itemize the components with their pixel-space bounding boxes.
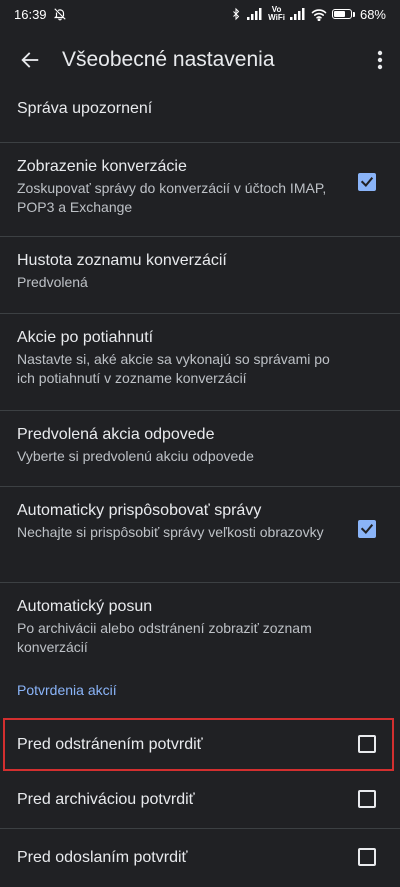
setting-title: Pred archiváciou potvrdiť	[17, 791, 195, 808]
page-title: Všeobecné nastavenia	[62, 48, 275, 71]
setting-subtitle: Zoskupovať správy do konverzácií v účtoc…	[17, 180, 327, 215]
check-icon	[360, 177, 374, 188]
settings-list: Správa upozornení Zobrazenie konverzácie…	[0, 86, 400, 887]
wifi-icon	[311, 8, 327, 21]
setting-title: Hustota zoznamu konverzácií	[17, 252, 227, 269]
bluetooth-icon	[230, 7, 242, 21]
setting-default-reply[interactable]: Predvolená akcia odpovede Vyberte si pre…	[0, 411, 400, 487]
setting-confirm-archive[interactable]: Pred archiváciou potvrdiť	[0, 771, 400, 829]
notifications-off-icon	[53, 7, 67, 21]
section-header-confirmations: Potvrdenia akcií	[17, 682, 117, 698]
setting-title: Predvolená akcia odpovede	[17, 426, 215, 443]
setting-swipe-actions[interactable]: Akcie po potiahnutí Nastavte si, aké akc…	[0, 314, 400, 411]
app-bar: Všeobecné nastavenia	[0, 34, 400, 86]
setting-title: Zobrazenie konverzácie	[17, 158, 187, 175]
status-bar: 16:39 Vo WiFi 68%	[0, 0, 400, 28]
setting-subtitle: Predvolená	[17, 274, 88, 290]
confirm-send-checkbox[interactable]	[358, 848, 376, 866]
setting-title: Akcie po potiahnutí	[17, 329, 154, 346]
more-vert-icon	[377, 50, 383, 70]
confirm-delete-checkbox[interactable]	[358, 735, 376, 753]
check-icon	[360, 524, 374, 535]
setting-title: Automatický posun	[17, 598, 153, 615]
setting-confirm-send[interactable]: Pred odoslaním potvrdiť	[0, 829, 400, 887]
more-options-button[interactable]	[360, 34, 400, 86]
setting-subtitle: Nastavte si, aké akcie sa vykonajú so sp…	[17, 351, 330, 386]
setting-title: Automaticky prispôsobovať správy	[17, 502, 262, 519]
arrow-back-icon	[21, 52, 39, 68]
status-time: 16:39	[14, 6, 47, 22]
setting-list-density[interactable]: Hustota zoznamu konverzácií Predvolená	[0, 237, 400, 314]
conversation-view-checkbox[interactable]	[358, 173, 376, 191]
vowifi-label-bottom: WiFi	[268, 13, 285, 22]
signal-icon-2	[289, 8, 306, 20]
setting-subtitle: Vyberte si predvolenú akciu odpovede	[17, 448, 254, 464]
setting-notifications[interactable]: Správa upozornení	[0, 86, 400, 143]
setting-title: Správa upozornení	[17, 100, 153, 117]
vowifi-icon: Vo WiFi	[268, 6, 285, 22]
setting-auto-advance[interactable]: Automatický posun Po archivácii alebo od…	[0, 583, 400, 680]
setting-confirm-delete[interactable]: Pred odstránením potvrdiť	[3, 718, 394, 771]
confirm-archive-checkbox[interactable]	[358, 790, 376, 808]
setting-title: Pred odstránením potvrdiť	[17, 736, 203, 753]
battery-icon	[331, 9, 355, 19]
setting-auto-fit[interactable]: Automaticky prispôsobovať správy Nechajt…	[0, 487, 400, 583]
back-button[interactable]	[2, 34, 58, 86]
setting-subtitle: Nechajte si prispôsobiť správy veľkosti …	[17, 524, 324, 540]
signal-icon-1	[247, 8, 263, 20]
auto-fit-checkbox[interactable]	[358, 520, 376, 538]
setting-subtitle: Po archivácii alebo odstránení zobraziť …	[17, 620, 312, 655]
setting-conversation-view[interactable]: Zobrazenie konverzácie Zoskupovať správy…	[0, 143, 400, 237]
battery-percent: 68%	[359, 6, 386, 22]
